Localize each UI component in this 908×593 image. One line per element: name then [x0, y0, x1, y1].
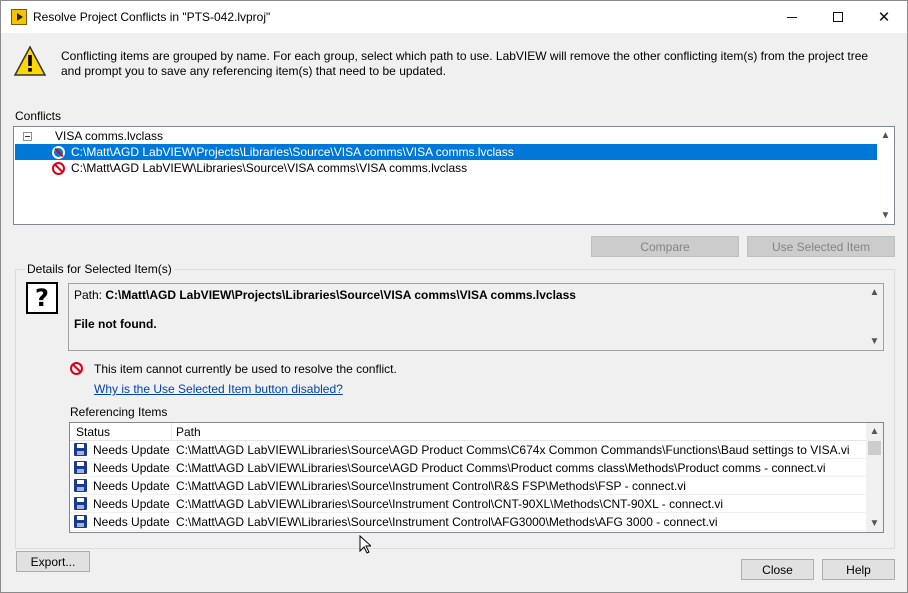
table-row[interactable]: Needs Update C:\Matt\AGD LabVIEW\Librari… — [70, 459, 867, 477]
question-icon: ? — [26, 282, 58, 314]
table-row[interactable]: Needs Update C:\Matt\AGD LabVIEW\Librari… — [70, 495, 867, 513]
intro-text: Conflicting items are grouped by name. F… — [61, 49, 869, 78]
details-group-title: Details for Selected Item(s) — [25, 262, 174, 276]
conflict-group-row[interactable]: VISA comms.lvclass — [15, 128, 877, 144]
help-button[interactable]: Help — [822, 559, 895, 580]
close-button[interactable]: Close — [741, 559, 814, 580]
floppy-disk-icon — [74, 461, 87, 474]
table-header: Status Path — [70, 423, 867, 441]
scroll-up-icon[interactable]: ▲ — [866, 423, 883, 440]
path-cell: C:\Matt\AGD LabVIEW\Libraries\Source\AGD… — [176, 443, 850, 457]
referencing-items-label: Referencing Items — [70, 405, 168, 419]
conflict-item-path: C:\Matt\AGD LabVIEW\Projects\Libraries\S… — [71, 145, 514, 159]
floppy-disk-icon — [74, 515, 87, 528]
scroll-down-icon[interactable]: ▼ — [866, 515, 883, 532]
no-entry-icon — [70, 362, 83, 375]
export-button[interactable]: Export... — [16, 551, 90, 572]
scroll-up-icon[interactable]: ▲ — [866, 284, 883, 301]
path-cell: C:\Matt\AGD LabVIEW\Libraries\Source\Ins… — [176, 497, 724, 511]
conflicts-tree[interactable]: VISA comms.lvclass C:\Matt\AGD LabVIEW\P… — [13, 126, 895, 225]
status-cell: Needs Update — [93, 515, 170, 529]
scroll-down-icon[interactable]: ▼ — [877, 207, 894, 224]
use-selected-item-button[interactable]: Use Selected Item — [747, 236, 895, 257]
table-row[interactable]: Needs Update C:\Matt\AGD LabVIEW\Librari… — [70, 513, 867, 531]
path-cell: C:\Matt\AGD LabVIEW\Libraries\Source\AGD… — [176, 461, 826, 475]
compare-button[interactable]: Compare — [591, 236, 739, 257]
status-cell: Needs Update — [93, 461, 170, 475]
status-cell: Needs Update — [93, 497, 170, 511]
window-title: Resolve Project Conflicts in "PTS-042.lv… — [33, 10, 271, 24]
close-icon: ✕ — [877, 9, 891, 26]
conflicts-label: Conflicts — [15, 109, 62, 123]
title-bar[interactable]: Resolve Project Conflicts in "PTS-042.lv… — [1, 1, 907, 33]
no-entry-icon — [52, 146, 65, 159]
referencing-scrollbar[interactable]: ▲ ▼ — [866, 423, 883, 532]
path-cell: C:\Matt\AGD LabVIEW\Libraries\Source\Ins… — [176, 479, 686, 493]
status-cell: Needs Update — [93, 479, 170, 493]
column-divider[interactable] — [171, 423, 172, 441]
column-header-path[interactable]: Path — [176, 425, 201, 439]
status-cell: Needs Update — [93, 443, 170, 457]
details-scrollbar[interactable]: ▲ ▼ — [866, 284, 883, 350]
scroll-up-icon[interactable]: ▲ — [877, 127, 894, 144]
details-textbox[interactable]: Path: C:\Matt\AGD LabVIEW\Projects\Libra… — [68, 283, 884, 351]
maximize-button[interactable] — [815, 1, 861, 33]
path-label: Path: — [74, 288, 106, 302]
file-status: File not found. — [74, 317, 157, 331]
conflicts-scrollbar[interactable]: ▲ ▼ — [877, 127, 894, 224]
warning-icon — [13, 45, 47, 76]
path-cell: C:\Matt\AGD LabVIEW\Libraries\Source\Ins… — [176, 515, 718, 529]
table-row[interactable]: Needs Update C:\Matt\AGD LabVIEW\Librari… — [70, 477, 867, 495]
scroll-thumb[interactable] — [868, 441, 881, 455]
cannot-use-message: This item cannot currently be used to re… — [94, 362, 397, 376]
path-line: Path: C:\Matt\AGD LabVIEW\Projects\Libra… — [74, 288, 576, 302]
floppy-disk-icon — [74, 479, 87, 492]
why-disabled-link[interactable]: Why is the Use Selected Item button disa… — [94, 382, 343, 396]
maximize-icon — [833, 12, 843, 22]
floppy-disk-icon — [74, 497, 87, 510]
conflict-item-row[interactable]: C:\Matt\AGD LabVIEW\Projects\Libraries\S… — [15, 144, 877, 160]
conflict-item-row[interactable]: C:\Matt\AGD LabVIEW\Libraries\Source\VIS… — [15, 160, 877, 176]
close-window-button[interactable]: ✕ — [861, 1, 907, 33]
path-value: C:\Matt\AGD LabVIEW\Projects\Libraries\S… — [105, 288, 576, 302]
labview-icon — [11, 9, 27, 25]
minimize-button[interactable] — [769, 1, 815, 33]
table-row[interactable]: Needs Update C:\Matt\AGD LabVIEW\Librari… — [70, 441, 867, 459]
resolve-conflicts-dialog: Resolve Project Conflicts in "PTS-042.lv… — [0, 0, 908, 593]
referencing-items-table[interactable]: Status Path Needs Update C:\Matt\AGD Lab… — [69, 422, 884, 533]
conflict-group-name: VISA comms.lvclass — [55, 129, 164, 143]
column-header-status[interactable]: Status — [76, 425, 110, 439]
no-entry-icon — [52, 162, 65, 175]
floppy-disk-icon — [74, 443, 87, 456]
conflict-item-path: C:\Matt\AGD LabVIEW\Libraries\Source\VIS… — [71, 161, 468, 175]
minimize-icon — [787, 16, 797, 18]
scroll-down-icon[interactable]: ▼ — [866, 333, 883, 350]
mouse-cursor-icon — [359, 535, 371, 554]
collapse-icon[interactable] — [23, 132, 32, 141]
